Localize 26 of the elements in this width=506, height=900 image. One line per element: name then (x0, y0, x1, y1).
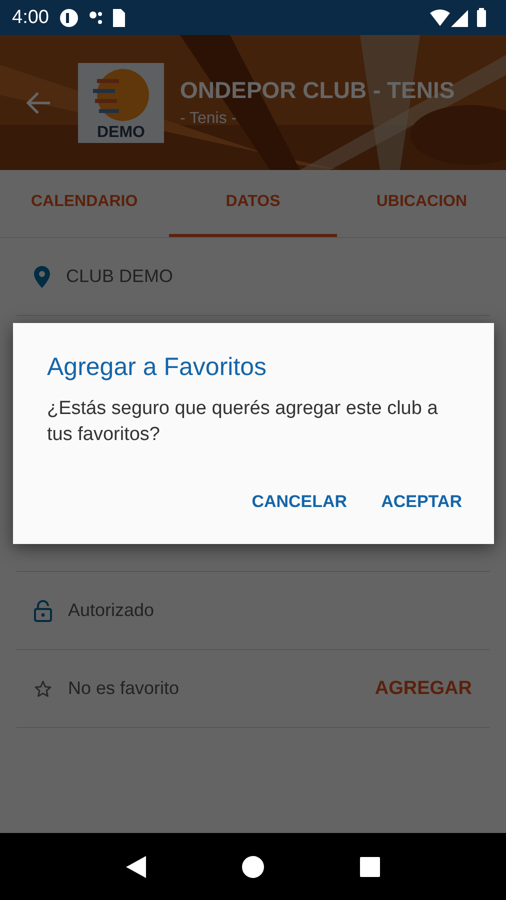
sun-logo-icon (91, 68, 151, 120)
logo-text: DEMO (97, 124, 145, 142)
location-pin-icon (34, 266, 50, 288)
row-label: No es favorito (68, 678, 180, 699)
padlock-icon (34, 600, 52, 622)
tab[interactable]: DATOS (168, 170, 338, 237)
star-icon (34, 680, 52, 698)
dialog-message: ¿Estás seguro que querés agregar este club a tus favoritos? (47, 397, 439, 447)
status-time: 4:00 (12, 6, 49, 28)
back-triangle-icon[interactable] (126, 856, 146, 878)
club-subtitle: - Tenis - (180, 110, 238, 128)
sd-card-icon (112, 8, 125, 26)
dialog-title: Agregar a Favoritos (47, 353, 268, 382)
home-circle-icon[interactable] (242, 856, 264, 878)
back-arrow-icon[interactable] (26, 90, 52, 114)
club-title: ONDEPOR CLUB - TENIS (180, 77, 455, 104)
notification-circle-icon (58, 8, 79, 28)
tab[interactable]: CALENDARIO (0, 170, 169, 237)
row-label: CLUB DEMO (66, 266, 174, 287)
row-label: Autorizado (68, 600, 156, 621)
add-favorite-button[interactable]: AGREGAR (374, 678, 472, 700)
dialog-button[interactable]: CANCELAR (252, 492, 348, 512)
dots-icon (88, 10, 103, 26)
dialog-button[interactable]: ACEPTAR (381, 492, 462, 512)
tab[interactable]: UBICACION (337, 170, 506, 237)
recents-square-icon[interactable] (360, 856, 380, 876)
